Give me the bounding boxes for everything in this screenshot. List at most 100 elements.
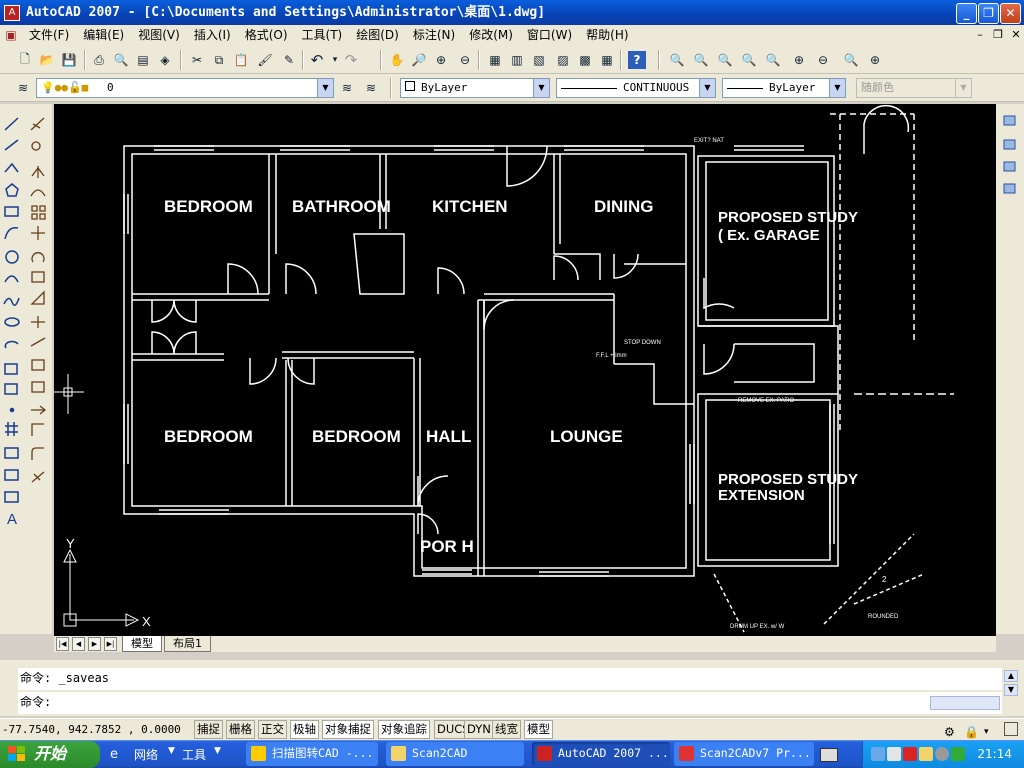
quicklaunch-network[interactable]: 网络 xyxy=(134,746,158,763)
spline-icon[interactable] xyxy=(3,297,20,306)
ie-icon[interactable]: e xyxy=(110,747,126,763)
view-icon-3[interactable] xyxy=(1003,161,1016,172)
status-menu-icon[interactable]: ▾ xyxy=(984,722,996,737)
chamfer-icon[interactable] xyxy=(31,423,44,436)
doc-minimize-button[interactable]: – xyxy=(972,27,988,43)
color-dropdown[interactable]: ByLayer ▼ xyxy=(400,78,550,98)
rectangle-icon[interactable] xyxy=(4,206,19,217)
construction-line-icon[interactable] xyxy=(4,139,19,151)
prev-tab-button[interactable]: ◀ xyxy=(72,637,85,651)
menu-help[interactable]: 帮助(H) xyxy=(579,25,635,46)
close-button[interactable]: ✕ xyxy=(1000,3,1021,24)
pan-icon[interactable]: ✋ xyxy=(388,51,406,69)
task-scan2cadv7[interactable]: Scan2CADv7 Pr... xyxy=(674,742,814,766)
drawing-canvas[interactable]: BEDROOM BATHROOM KITCHEN DINING BEDROOM … xyxy=(54,104,996,636)
ellipse-arc-icon[interactable] xyxy=(4,340,19,349)
menu-dimension[interactable]: 标注(N) xyxy=(406,25,462,46)
minimize-button[interactable]: _ xyxy=(956,3,977,24)
task-scan2cad-folder[interactable]: Scan2CAD xyxy=(386,742,524,766)
ellipse-icon[interactable] xyxy=(4,317,20,327)
view-icon-4[interactable] xyxy=(1003,183,1016,194)
chevron-down-icon[interactable]: ▼ xyxy=(533,79,549,97)
insert-block-icon[interactable] xyxy=(4,363,18,375)
volume-tray-icon[interactable] xyxy=(919,747,933,761)
view-icon-1[interactable] xyxy=(1003,115,1016,126)
zoom-icon-4[interactable]: 🔍 xyxy=(740,51,758,69)
zoom-in-icon[interactable]: ⊕ xyxy=(790,51,808,69)
doc-restore-button[interactable]: ❐ xyxy=(990,27,1006,43)
menu-insert[interactable]: 插入(I) xyxy=(187,25,238,46)
chevron-down-icon[interactable]: ▼ xyxy=(214,746,221,756)
stretch-icon[interactable] xyxy=(30,290,45,305)
sheet-set-icon[interactable]: ▨ xyxy=(554,51,572,69)
menu-modify[interactable]: 修改(M) xyxy=(462,25,520,46)
antivirus-tray-icon[interactable] xyxy=(903,747,917,761)
snap-toggle[interactable]: 捕捉 xyxy=(194,720,223,739)
save-icon[interactable]: 💾 xyxy=(60,51,78,69)
zoom-realtime-icon[interactable]: 🔎 xyxy=(410,51,428,69)
chevron-down-icon[interactable]: ▼ xyxy=(317,79,333,97)
menu-view[interactable]: 视图(V) xyxy=(131,25,187,46)
menu-draw[interactable]: 绘图(D) xyxy=(349,25,406,46)
menu-tools[interactable]: 工具(T) xyxy=(295,25,350,46)
scroll-down-icon[interactable]: ▼ xyxy=(1004,684,1018,696)
region-icon[interactable] xyxy=(4,469,19,481)
trim-icon[interactable] xyxy=(31,316,45,328)
task-autocad[interactable]: AutoCAD 2007 ... xyxy=(532,742,670,766)
mtext-icon[interactable]: A xyxy=(7,511,17,528)
markup-icon[interactable]: ▩ xyxy=(576,51,594,69)
horizontal-scrollbar[interactable] xyxy=(930,696,1000,710)
lineweight-dropdown[interactable]: ByLayer ▼ xyxy=(722,78,846,98)
menu-format[interactable]: 格式(O) xyxy=(238,25,295,46)
scroll-up-icon[interactable]: ▲ xyxy=(1004,670,1018,682)
zoom-icon-5[interactable]: 🔍 xyxy=(764,51,782,69)
network-tray-icon[interactable] xyxy=(871,747,885,761)
new-icon[interactable]: 🗋 xyxy=(16,51,34,69)
3d-dwf-icon[interactable]: ◈ xyxy=(156,51,174,69)
grid-toggle[interactable]: 栅格 xyxy=(226,720,255,739)
mirror-icon[interactable] xyxy=(31,166,45,178)
publish-icon[interactable]: ▤ xyxy=(134,51,152,69)
match-properties-icon[interactable]: 🖌 xyxy=(256,51,274,69)
hatch-icon[interactable] xyxy=(5,422,18,436)
zoom-previous-icon[interactable]: ⊖ xyxy=(456,51,474,69)
tab-layout1[interactable]: 布局1 xyxy=(164,636,211,652)
zoom-icon-3[interactable]: 🔍 xyxy=(716,51,734,69)
line-icon[interactable] xyxy=(4,117,19,131)
ortho-toggle[interactable]: 正交 xyxy=(258,720,287,739)
design-center-icon[interactable]: ▥ xyxy=(508,51,526,69)
offset-icon[interactable] xyxy=(30,189,46,197)
command-input[interactable]: 命令: xyxy=(18,692,1002,714)
linetype-dropdown[interactable]: CONTINUOUS ▼ xyxy=(556,78,716,98)
communication-center-icon[interactable]: ⚙ xyxy=(944,722,960,739)
rotate-icon[interactable] xyxy=(31,252,45,263)
erase-icon[interactable] xyxy=(30,117,45,131)
print-icon[interactable]: ⎙ xyxy=(90,51,108,69)
menu-window[interactable]: 窗口(W) xyxy=(520,25,579,46)
point-icon[interactable] xyxy=(9,407,15,413)
properties-icon[interactable]: ▦ xyxy=(486,51,504,69)
tool-palettes-icon[interactable]: ▧ xyxy=(530,51,548,69)
update-tray-icon[interactable] xyxy=(935,747,949,761)
otrack-toggle[interactable]: 对象追踪 xyxy=(378,720,430,739)
osnap-toggle[interactable]: 对象捕捉 xyxy=(322,720,374,739)
polyline-icon[interactable] xyxy=(4,162,19,173)
chevron-down-icon[interactable]: ▼ xyxy=(699,79,715,97)
title-bar[interactable]: AutoCAD 2007 - [C:\Documents and Setting… xyxy=(0,0,1024,25)
chevron-down-icon[interactable]: ▼ xyxy=(829,79,845,97)
array-icon[interactable] xyxy=(31,205,46,220)
shield-tray-icon[interactable] xyxy=(951,747,965,761)
view-icon-2[interactable] xyxy=(1003,139,1016,150)
layer-manager-icon[interactable]: ≋ xyxy=(14,79,32,97)
dyn-toggle[interactable]: DYN xyxy=(464,720,494,739)
chevron-down-icon[interactable]: ▼ xyxy=(168,746,175,756)
zoom-icon-1[interactable]: 🔍 xyxy=(668,51,686,69)
move-icon[interactable] xyxy=(31,226,45,240)
break-at-point-icon[interactable] xyxy=(31,359,45,371)
layer-previous-icon[interactable]: ≋ xyxy=(362,79,380,97)
restore-button[interactable]: ❐ xyxy=(978,3,999,24)
zoom-out-icon[interactable]: ⊖ xyxy=(814,51,832,69)
polygon-icon[interactable] xyxy=(5,183,19,197)
help-icon[interactable]: ? xyxy=(628,51,646,69)
join-icon[interactable] xyxy=(31,405,47,415)
